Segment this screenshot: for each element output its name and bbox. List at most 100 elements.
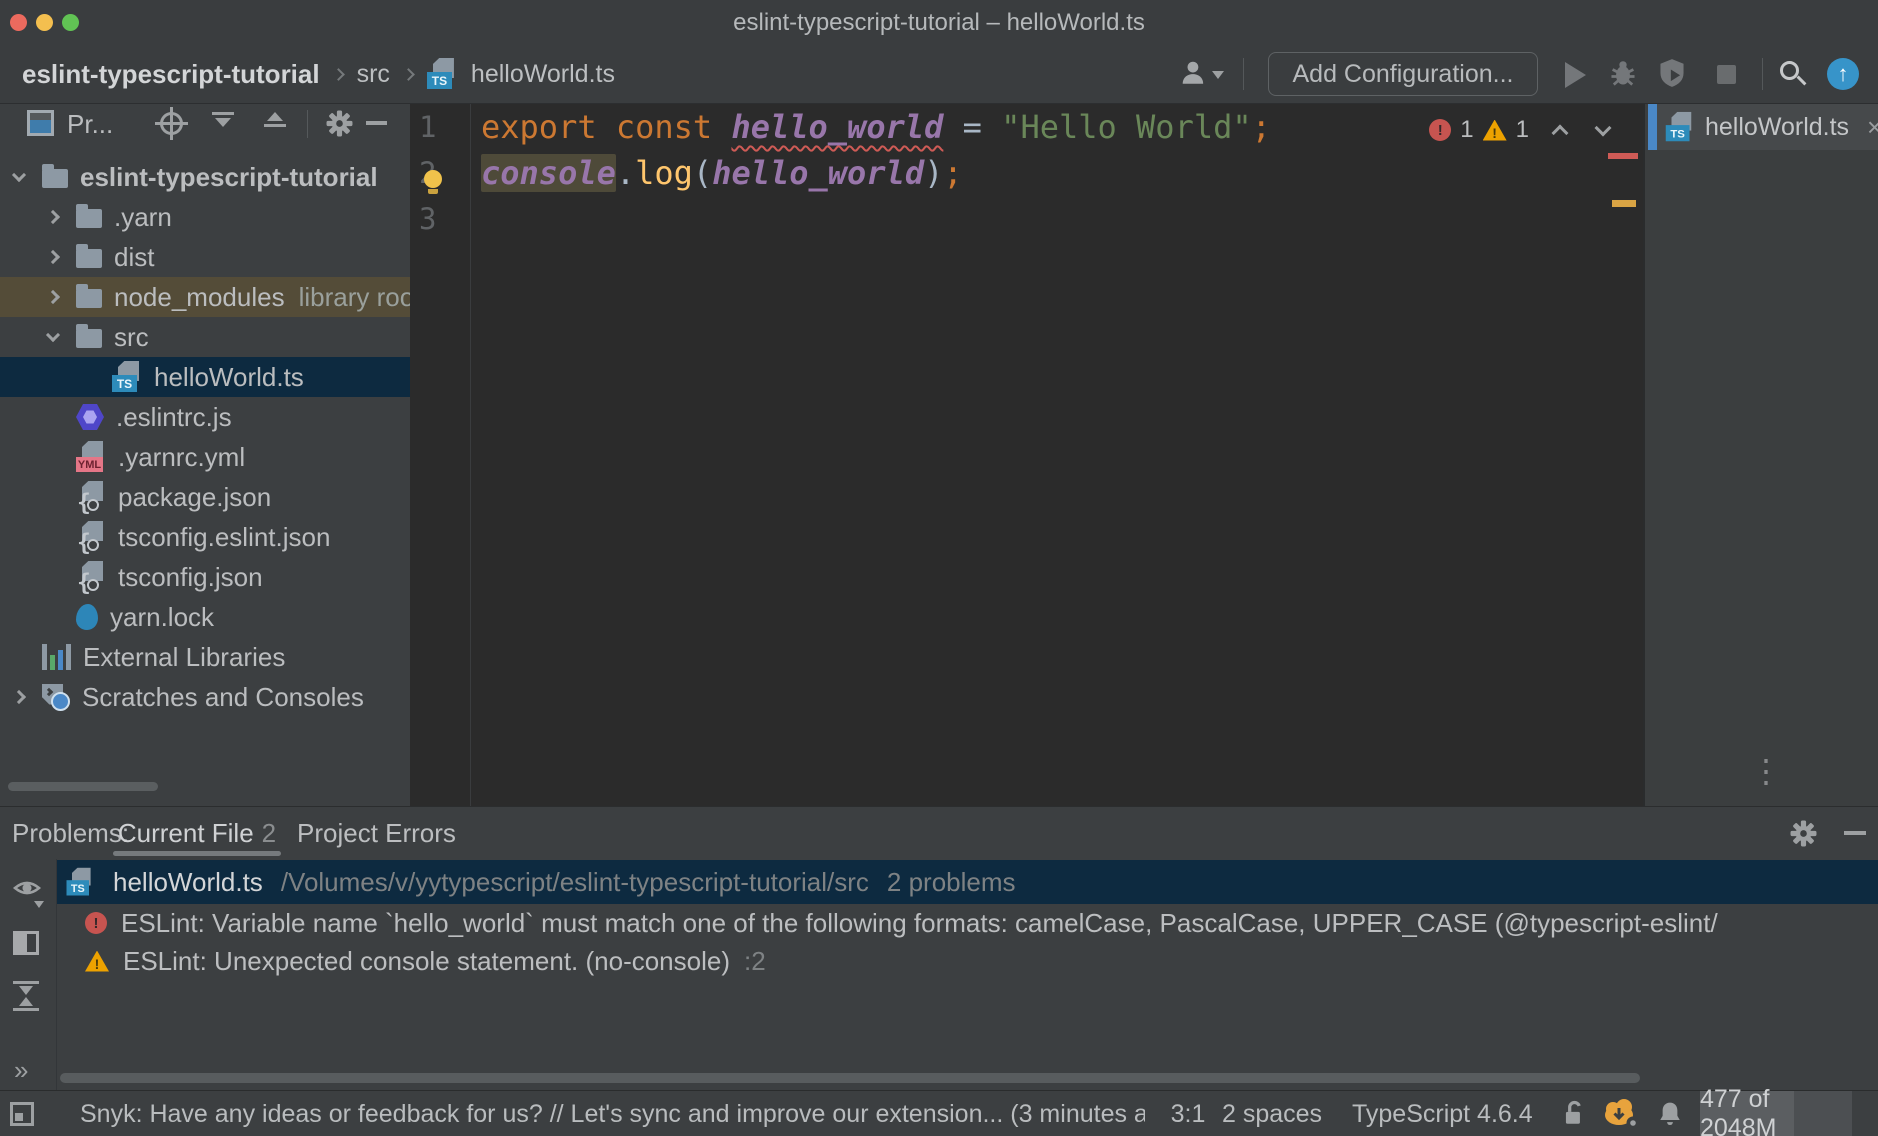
run-icon[interactable] bbox=[1565, 62, 1586, 88]
problem-text: ESLint: Variable name `hello_world` must… bbox=[121, 908, 1718, 939]
tab-project-errors[interactable]: Project Errors bbox=[297, 818, 456, 849]
indent-setting[interactable]: 2 spaces bbox=[1222, 1100, 1322, 1129]
project-horizontal-scrollbar[interactable] bbox=[8, 782, 158, 791]
tree-item-helloworld-ts[interactable]: TS helloWorld.ts bbox=[0, 357, 410, 397]
active-tab-accent bbox=[1648, 104, 1657, 150]
warning-stripe-mark[interactable] bbox=[1612, 200, 1636, 207]
header-separator bbox=[307, 110, 308, 138]
more-options-kebab-icon[interactable]: ⋮ bbox=[1750, 752, 1783, 790]
chevron-right-icon[interactable] bbox=[12, 690, 26, 704]
problem-row-error[interactable]: ! ESLint: Variable name `hello_world` mu… bbox=[57, 904, 1878, 942]
breadcrumb: eslint-typescript-tutorial src TS helloW… bbox=[22, 45, 615, 103]
editor-gutter: 1 2 3 bbox=[410, 104, 471, 806]
memory-indicator[interactable]: 477 of 2048M bbox=[1700, 1091, 1852, 1136]
tree-item-root[interactable]: eslint-typescript-tutorial bbox=[0, 157, 410, 197]
typescript-version[interactable]: TypeScript 4.6.4 bbox=[1352, 1100, 1533, 1129]
collapse-all-icon[interactable] bbox=[13, 981, 39, 1011]
tree-item-tsconfig-eslint-json[interactable]: { tsconfig.eslint.json bbox=[0, 517, 410, 557]
chevron-right-icon[interactable] bbox=[46, 210, 60, 224]
add-configuration-button[interactable]: Add Configuration... bbox=[1268, 52, 1538, 96]
next-problem-icon[interactable] bbox=[1595, 120, 1612, 137]
toolbar-separator bbox=[1762, 58, 1763, 90]
tree-item-yarnrc[interactable]: YML .yarnrc.yml bbox=[0, 437, 410, 477]
tool-windows-toggle-icon[interactable] bbox=[10, 1102, 34, 1126]
tree-item-eslintrc[interactable]: .eslintrc.js bbox=[0, 397, 410, 437]
error-icon: ! bbox=[85, 912, 107, 934]
yarn-file-icon bbox=[76, 604, 98, 630]
tree-item-yarn-lock[interactable]: yarn.lock bbox=[0, 597, 410, 637]
json-file-icon: { bbox=[76, 481, 106, 513]
update-available-icon[interactable]: ↑ bbox=[1827, 58, 1859, 90]
folder-icon bbox=[42, 169, 68, 188]
hide-panel-icon[interactable] bbox=[366, 121, 387, 125]
collapse-all-icon[interactable] bbox=[264, 112, 286, 127]
project-tool-icon[interactable] bbox=[27, 110, 54, 136]
error-stripe-mark[interactable] bbox=[1608, 153, 1638, 159]
problems-count-label: 2 problems bbox=[887, 867, 1016, 898]
json-file-icon: { bbox=[76, 521, 106, 553]
editor-tab-helloworld[interactable]: TS helloWorld.ts × bbox=[1657, 104, 1878, 150]
more-actions-icon[interactable]: » bbox=[14, 1055, 28, 1086]
folder-icon bbox=[76, 289, 102, 308]
close-tab-icon[interactable]: × bbox=[1867, 112, 1878, 143]
libraries-icon bbox=[42, 644, 71, 670]
problems-file-row[interactable]: TS helloWorld.ts /Volumes/v/yytypescript… bbox=[57, 860, 1878, 904]
debug-icon[interactable] bbox=[1608, 58, 1638, 88]
typescript-file-icon: TS bbox=[67, 868, 94, 897]
search-everywhere-icon[interactable] bbox=[1780, 61, 1799, 80]
inspection-widget[interactable]: ! 1 ! 1 bbox=[1429, 116, 1609, 144]
close-window-button[interactable] bbox=[10, 14, 27, 31]
stop-icon[interactable] bbox=[1717, 65, 1736, 84]
status-message[interactable]: Snyk: Have any ideas or feedback for us?… bbox=[80, 1100, 1145, 1129]
tree-item-yarn-dir[interactable]: .yarn bbox=[0, 197, 410, 237]
problem-row-warning[interactable]: ! ESLint: Unexpected console statement. … bbox=[57, 942, 1878, 980]
eye-dropdown-caret-icon[interactable] bbox=[34, 901, 44, 908]
tree-item-scratches[interactable]: Scratches and Consoles bbox=[0, 677, 410, 717]
chevron-right-icon[interactable] bbox=[46, 290, 60, 304]
tree-item-node-modules[interactable]: node_modules library root bbox=[0, 277, 410, 317]
user-dropdown-caret-icon[interactable] bbox=[1212, 71, 1224, 79]
project-panel-title[interactable]: Pr... bbox=[67, 109, 113, 140]
scratches-icon bbox=[42, 684, 70, 711]
intention-lightbulb-icon[interactable] bbox=[424, 170, 442, 188]
sync-cloud-icon[interactable] bbox=[1600, 1097, 1644, 1133]
open-in-preview-icon[interactable] bbox=[13, 931, 39, 955]
run-with-coverage-icon[interactable] bbox=[1658, 58, 1686, 88]
tree-item-external-libraries[interactable]: External Libraries bbox=[0, 637, 410, 677]
chevron-down-icon[interactable] bbox=[12, 168, 26, 182]
code-line-3[interactable] bbox=[472, 196, 1643, 242]
project-settings-gear-icon[interactable] bbox=[326, 110, 353, 142]
tab-current-file[interactable]: Current File2 bbox=[113, 818, 281, 849]
caret-position[interactable]: 3:1 bbox=[1160, 1100, 1216, 1129]
problems-settings-gear-icon[interactable] bbox=[1790, 820, 1817, 852]
hello-world-variable: hello_world bbox=[731, 108, 943, 146]
tree-item-dist[interactable]: dist bbox=[0, 237, 410, 277]
notifications-bell-icon[interactable] bbox=[1658, 1101, 1682, 1127]
breadcrumb-file[interactable]: helloWorld.ts bbox=[471, 60, 615, 89]
hide-problems-icon[interactable] bbox=[1844, 831, 1866, 835]
problems-horizontal-scrollbar[interactable] bbox=[60, 1073, 1640, 1083]
previous-problem-icon[interactable] bbox=[1552, 125, 1569, 142]
view-options-eye-icon[interactable] bbox=[12, 877, 42, 901]
problem-text: ESLint: Unexpected console statement. (n… bbox=[123, 946, 730, 977]
code-editor[interactable]: 1 2 3 export const hello_world = "Hello … bbox=[410, 104, 1643, 806]
breadcrumb-dir[interactable]: src bbox=[357, 60, 390, 89]
console-identifier-highlighted: console bbox=[481, 154, 616, 192]
tree-item-package-json[interactable]: { package.json bbox=[0, 477, 410, 517]
tree-item-src[interactable]: src bbox=[0, 317, 410, 357]
zoom-window-button[interactable] bbox=[62, 14, 79, 31]
select-opened-file-icon[interactable] bbox=[160, 112, 183, 135]
warning-icon: ! bbox=[85, 951, 109, 972]
unlocked-padlock-icon[interactable] bbox=[1562, 1100, 1586, 1128]
expand-all-icon[interactable] bbox=[212, 112, 234, 127]
problem-line-ref: :2 bbox=[744, 946, 766, 977]
minimize-window-button[interactable] bbox=[36, 14, 53, 31]
tree-item-tsconfig-json[interactable]: { tsconfig.json bbox=[0, 557, 410, 597]
breadcrumb-project[interactable]: eslint-typescript-tutorial bbox=[22, 59, 320, 90]
user-account-icon[interactable] bbox=[1180, 59, 1208, 87]
typescript-file-icon: TS bbox=[427, 58, 457, 90]
code-line-2[interactable]: console.log(hello_world); bbox=[472, 150, 1643, 196]
chevron-right-icon[interactable] bbox=[46, 250, 60, 264]
error-count: 1 bbox=[1460, 116, 1473, 144]
chevron-down-icon[interactable] bbox=[46, 328, 60, 342]
